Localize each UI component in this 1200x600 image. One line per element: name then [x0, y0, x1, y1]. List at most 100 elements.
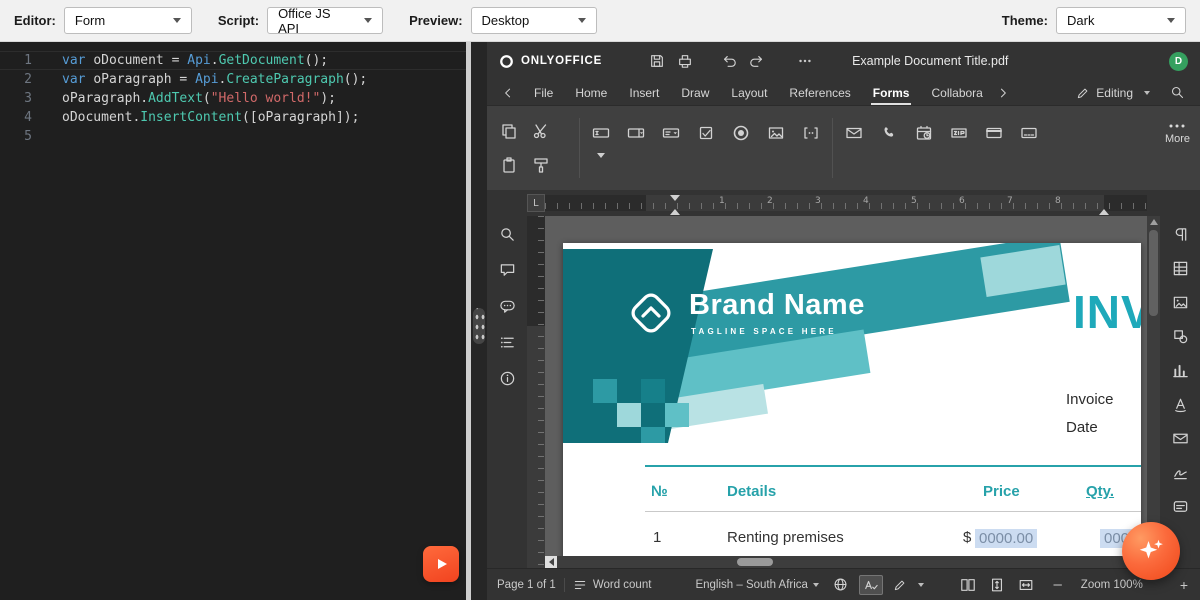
toolbar-more-button[interactable]: More: [1165, 122, 1190, 145]
sidebar-chat-button[interactable]: [497, 296, 517, 316]
dropdown-field-button[interactable]: [662, 124, 680, 142]
textart-settings-button[interactable]: [1170, 394, 1190, 414]
sidebar-search-button[interactable]: [497, 224, 517, 244]
text-field-button[interactable]: [592, 124, 610, 142]
tab-collabora[interactable]: Collabora: [920, 80, 993, 105]
tab-insert[interactable]: Insert: [618, 80, 670, 105]
editing-mode-select[interactable]: Editing: [1076, 86, 1150, 100]
code-editor[interactable]: 1var oDocument = Api.GetDocument();2var …: [0, 42, 466, 600]
email-field-icon: [845, 124, 863, 142]
image-field-button[interactable]: [767, 124, 785, 142]
tab-layout[interactable]: Layout: [720, 80, 778, 105]
cut-button[interactable]: [529, 118, 553, 144]
fit-width-button[interactable]: [1018, 577, 1034, 593]
left-indent-marker[interactable]: [670, 209, 680, 215]
header-more-button[interactable]: [794, 50, 816, 72]
horizontal-scroll-thumb[interactable]: [737, 558, 773, 566]
two-pages-button[interactable]: [960, 577, 976, 593]
signature-settings-button[interactable]: [1170, 462, 1190, 482]
copy-button[interactable]: [497, 118, 521, 144]
vertical-scroll-thumb[interactable]: [1149, 230, 1158, 316]
zoom-in-button[interactable]: +: [1180, 577, 1188, 593]
page-indicator[interactable]: Page 1 of 1: [497, 579, 556, 591]
line-number: 1: [0, 51, 50, 70]
panel-divider[interactable]: [466, 42, 487, 600]
redo-button[interactable]: [746, 50, 768, 72]
first-line-indent-marker[interactable]: [670, 195, 680, 201]
toolbar-separator: [579, 118, 580, 178]
complex-field-button[interactable]: [802, 124, 820, 142]
word-count-button[interactable]: Word count: [573, 578, 652, 592]
tabs-scroll-right-button[interactable]: [994, 84, 1012, 102]
paste-button[interactable]: [497, 152, 521, 178]
document-page[interactable]: Brand Name TAGLINE SPACE HERE INV Invoic…: [563, 243, 1141, 568]
more-icon: [1169, 122, 1185, 130]
undo-button[interactable]: [718, 50, 740, 72]
shape-settings-button[interactable]: [1170, 326, 1190, 346]
price-form-field[interactable]: 0000.00: [975, 529, 1037, 548]
horizontal-scrollbar[interactable]: [545, 556, 1147, 568]
tab-forms[interactable]: Forms: [862, 80, 921, 105]
ai-sparkle-icon: [1136, 536, 1166, 566]
document-canvas[interactable]: Brand Name TAGLINE SPACE HERE INV Invoic…: [545, 216, 1147, 568]
sidebar-comments-button[interactable]: [497, 260, 517, 280]
preview-select[interactable]: Desktop: [471, 7, 597, 34]
date-time-field-button[interactable]: [915, 124, 933, 142]
zoom-value[interactable]: Zoom 100%: [1081, 579, 1143, 591]
theme-label: Theme:: [1002, 13, 1048, 28]
sidebar-navigation-button[interactable]: [497, 332, 517, 352]
checkbox-button[interactable]: [697, 124, 715, 142]
divider-grip[interactable]: [473, 308, 485, 344]
dropdown-caret-icon: [364, 18, 372, 23]
ai-assistant-button[interactable]: [1122, 522, 1180, 580]
card-number-field-button[interactable]: [1020, 124, 1038, 142]
zip-code-field-button[interactable]: [950, 124, 968, 142]
table-top-border: [645, 465, 1141, 467]
set-language-button[interactable]: [831, 575, 851, 595]
image-settings-button[interactable]: [1170, 292, 1190, 312]
script-select[interactable]: Office JS API: [267, 7, 383, 34]
right-indent-marker[interactable]: [1099, 209, 1109, 215]
zoom-out-button[interactable]: –: [1053, 576, 1061, 593]
ruler-number: 6: [959, 196, 965, 206]
chart-settings-button[interactable]: [1170, 360, 1190, 380]
tab-file[interactable]: File: [523, 80, 564, 105]
vertical-scrollbar[interactable]: [1147, 216, 1160, 568]
scroll-left-arrow[interactable]: [545, 556, 557, 568]
editor-select[interactable]: Form: [64, 7, 192, 34]
mail-merge-button[interactable]: [1170, 428, 1190, 448]
tab-home[interactable]: Home: [564, 80, 618, 105]
paragraph-settings-button[interactable]: [1170, 224, 1190, 244]
fit-page-button[interactable]: [989, 577, 1005, 593]
tab-stop-selector[interactable]: L: [527, 194, 545, 212]
user-avatar[interactable]: D: [1169, 52, 1188, 71]
spellcheck-button[interactable]: [859, 575, 883, 595]
theme-select[interactable]: Dark: [1056, 7, 1186, 34]
run-script-button[interactable]: [423, 546, 459, 582]
email-field-button[interactable]: [845, 124, 863, 142]
combo-box-button[interactable]: [627, 124, 645, 142]
theme-group: Theme: Dark: [1002, 7, 1186, 34]
track-changes-button[interactable]: [893, 578, 924, 592]
save-button[interactable]: [646, 50, 668, 72]
tab-draw[interactable]: Draw: [670, 80, 720, 105]
credit-card-field-button[interactable]: [985, 124, 1003, 142]
scroll-up-arrow[interactable]: [1150, 219, 1158, 225]
language-select[interactable]: English – South Africa: [695, 579, 819, 591]
checkbox-icon: [697, 124, 715, 142]
undo-icon: [721, 53, 737, 69]
tabs-back-button[interactable]: [499, 84, 517, 102]
search-button[interactable]: [1168, 84, 1186, 102]
sidebar-about-button[interactable]: [497, 368, 517, 388]
phone-field-button[interactable]: [880, 124, 898, 142]
table-settings-button[interactable]: [1170, 258, 1190, 278]
zip-code-field-icon: [950, 124, 968, 142]
print-button[interactable]: [674, 50, 696, 72]
rad io-button-button[interactable]: [732, 124, 750, 142]
ruler-number: 2: [767, 196, 773, 206]
form-settings-button[interactable]: [1170, 496, 1190, 516]
text-field-options-button[interactable]: [597, 150, 609, 160]
format-painter-button[interactable]: [529, 152, 553, 178]
tab-references[interactable]: References: [778, 80, 861, 105]
logo-text: ONLYOFFICE: [521, 55, 602, 67]
